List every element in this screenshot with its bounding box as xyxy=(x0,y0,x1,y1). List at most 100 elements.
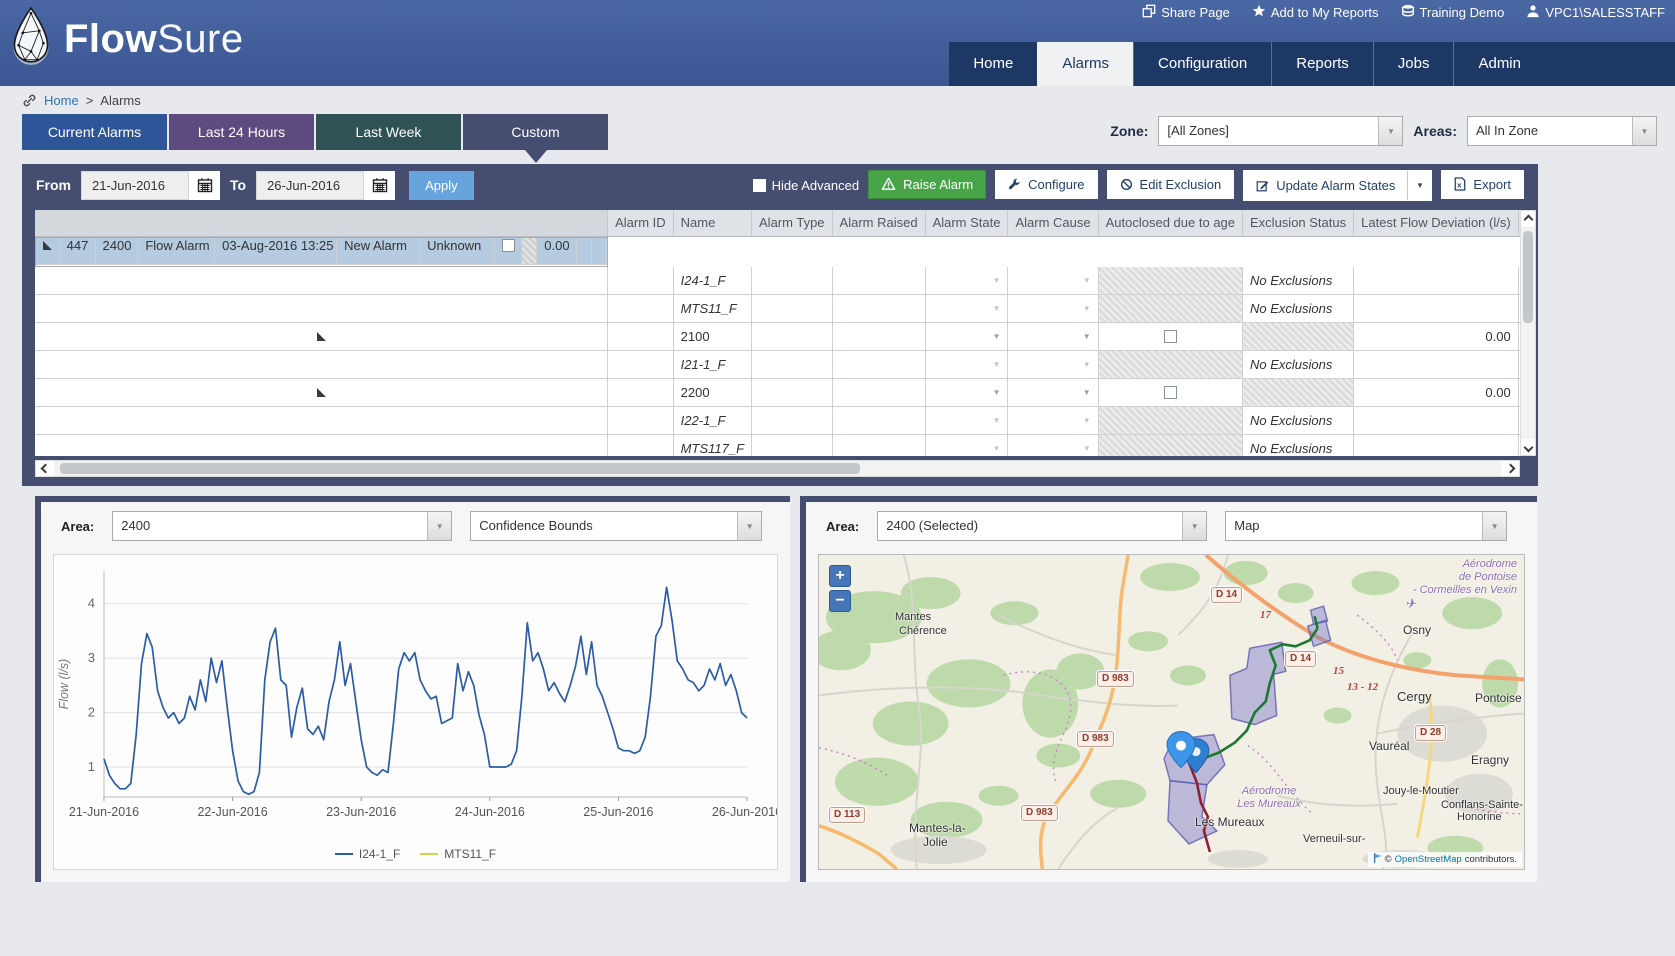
from-date-field[interactable]: 21-Jun-2016 xyxy=(81,171,220,200)
chevron-down-icon[interactable]: ▼ xyxy=(1083,379,1091,406)
header-link-add-reports[interactable]: Add to My Reports xyxy=(1252,4,1379,21)
breadcrumb-home-link[interactable]: Home xyxy=(44,93,79,108)
scroll-left-button[interactable] xyxy=(36,461,54,476)
cell-alarm-state[interactable]: ▼ xyxy=(925,434,1008,456)
cell-alarm-cause[interactable]: ▼ xyxy=(1008,267,1098,295)
range-tab-last-week[interactable]: Last Week xyxy=(316,114,461,150)
cell-alarm-state[interactable]: ▼ xyxy=(925,406,1008,434)
range-tab-last-24-hours[interactable]: Last 24 Hours xyxy=(169,114,314,150)
chart-view-select[interactable]: Confidence Bounds ▼ xyxy=(470,511,762,541)
chevron-down-icon[interactable]: ▼ xyxy=(404,253,412,265)
scroll-up-button[interactable] xyxy=(1521,211,1535,227)
column-header[interactable]: Autoclosed due to age xyxy=(1098,210,1242,236)
chevron-down-icon[interactable]: ▼ xyxy=(1083,295,1091,322)
range-tab-current-alarms[interactable]: Current Alarms xyxy=(22,114,167,150)
chevron-down-icon[interactable]: ▼ xyxy=(993,351,1001,378)
chevron-down-icon[interactable]: ▼ xyxy=(1632,117,1656,145)
nav-tab-configuration[interactable]: Configuration xyxy=(1133,42,1271,86)
toolbar-button-edit-exclusion[interactable]: Edit Exclusion xyxy=(1107,170,1235,199)
checkbox[interactable] xyxy=(1164,330,1177,343)
legend-item-MTS11_F[interactable]: MTS11_F xyxy=(420,847,496,861)
cell-alarm-cause[interactable]: ▼ xyxy=(1008,294,1098,322)
zone-select[interactable]: [All Zones] ▼ xyxy=(1158,116,1403,146)
cell-alarm-state[interactable]: ▼ xyxy=(925,378,1008,406)
chevron-down-icon[interactable]: ▼ xyxy=(1482,512,1506,540)
column-header[interactable] xyxy=(35,210,608,236)
chevron-down-icon[interactable]: ▼ xyxy=(1083,351,1091,378)
chart-area-select[interactable]: 2400 ▼ xyxy=(112,511,452,541)
toolbar-button-update-alarm-states-dropdown[interactable]: ▼ xyxy=(1407,171,1431,200)
scrollbar-thumb[interactable] xyxy=(1523,231,1533,323)
scrollbar-thumb[interactable] xyxy=(60,463,860,474)
row-expander[interactable] xyxy=(36,238,60,265)
grid-horizontal-scrollbar[interactable] xyxy=(35,460,1520,477)
chevron-down-icon[interactable]: ▼ xyxy=(993,379,1001,406)
toolbar-button-raise-alarm[interactable]: Raise Alarm xyxy=(868,170,986,199)
cell-alarm-state[interactable]: ▼ xyxy=(925,350,1008,378)
header-link-environment[interactable]: Training Demo xyxy=(1401,4,1505,21)
hide-advanced-checkbox[interactable]: Hide Advanced xyxy=(753,178,859,193)
row-expander[interactable] xyxy=(35,350,608,378)
cell-alarm-state[interactable]: ▼ xyxy=(925,267,1008,295)
nav-tab-admin[interactable]: Admin xyxy=(1453,42,1545,86)
alarm-row-MTS11_F[interactable]: MTS11_F▼▼No Exclusions xyxy=(35,294,1520,322)
scroll-down-button[interactable] xyxy=(1521,439,1535,455)
chevron-down-icon[interactable]: ▼ xyxy=(1083,435,1091,457)
checkbox[interactable] xyxy=(1164,386,1177,399)
cell-autoclosed[interactable] xyxy=(495,238,523,265)
nav-tab-alarms[interactable]: Alarms xyxy=(1037,42,1133,86)
column-header[interactable]: Alarm Cause xyxy=(1008,210,1098,236)
chevron-down-icon[interactable]: ▼ xyxy=(479,253,487,265)
cell-alarm-cause[interactable]: ▼ xyxy=(1008,378,1098,406)
column-header[interactable]: Alarm Raised xyxy=(832,210,925,236)
chevron-down-icon[interactable]: ▼ xyxy=(993,295,1001,322)
column-header[interactable]: Name xyxy=(673,210,751,236)
cell-alarm-cause[interactable]: ▼ xyxy=(1008,322,1098,350)
toolbar-button-update-alarm-states[interactable]: Update Alarm States xyxy=(1244,171,1407,200)
expand-triangle-icon[interactable] xyxy=(43,241,52,250)
expand-triangle-icon[interactable] xyxy=(317,332,326,341)
chevron-down-icon[interactable]: ▼ xyxy=(993,267,1001,294)
nav-tab-reports[interactable]: Reports xyxy=(1271,42,1373,86)
chevron-down-icon[interactable]: ▼ xyxy=(1083,267,1091,294)
chevron-down-icon[interactable]: ▼ xyxy=(737,512,761,540)
cell-autoclosed[interactable] xyxy=(1098,322,1242,350)
scroll-right-button[interactable] xyxy=(1501,461,1519,476)
calendar-icon[interactable] xyxy=(364,171,395,200)
range-tab-custom[interactable]: Custom xyxy=(463,114,608,150)
cell-alarm-cause[interactable]: ▼ xyxy=(1008,406,1098,434)
chevron-down-icon[interactable]: ▼ xyxy=(993,435,1001,457)
column-header[interactable]: Alarm ID xyxy=(608,210,674,236)
row-expander[interactable] xyxy=(35,434,608,456)
cell-alarm-cause[interactable]: ▼ xyxy=(1008,350,1098,378)
toolbar-button-export[interactable]: xExport xyxy=(1441,170,1524,199)
checkbox[interactable] xyxy=(753,179,766,192)
column-header[interactable]: Latest Flow Deviation (l/s) xyxy=(1354,210,1519,236)
to-date-field[interactable]: 26-Jun-2016 xyxy=(256,171,395,200)
alarm-row-2200[interactable]: 2200▼▼0.00 xyxy=(35,378,1520,406)
alarm-row-MTS117_F[interactable]: MTS117_F▼▼No Exclusions xyxy=(35,434,1520,456)
checkbox[interactable] xyxy=(502,239,515,252)
row-expander[interactable] xyxy=(35,267,608,295)
row-expander[interactable] xyxy=(35,294,608,322)
openstreetmap-view[interactable]: D 14D 14D 983D 983D 983D 28D 113171513 -… xyxy=(818,554,1525,870)
header-link-share[interactable]: Share Page xyxy=(1142,4,1230,21)
column-header[interactable]: Alarm State xyxy=(925,210,1008,236)
map-view-select[interactable]: Map ▼ xyxy=(1225,511,1507,541)
grid-vertical-scrollbar[interactable] xyxy=(1520,210,1536,456)
cell-alarm-state[interactable]: New Alarm▼ xyxy=(337,238,420,265)
nav-tab-home[interactable]: Home xyxy=(949,42,1037,86)
cell-alarm-state[interactable]: ▼ xyxy=(925,294,1008,322)
cell-alarm-cause[interactable]: Unknown▼ xyxy=(420,238,495,265)
alarm-row-I22-1_F[interactable]: I22-1_F▼▼No Exclusions xyxy=(35,406,1520,434)
alarm-row-I24-1_F[interactable]: I24-1_F▼▼No Exclusions xyxy=(35,267,1520,295)
calendar-icon[interactable] xyxy=(189,171,220,200)
chevron-down-icon[interactable]: ▼ xyxy=(427,512,451,540)
alarm-row-2400[interactable]: 4472400Flow Alarm03-Aug-2016 13:25New Al… xyxy=(35,237,608,267)
nav-tab-jobs[interactable]: Jobs xyxy=(1373,42,1454,86)
map-area-select[interactable]: 2400 (Selected) ▼ xyxy=(877,511,1207,541)
header-link-user[interactable]: VPC1\SALESSTAFF xyxy=(1526,4,1665,21)
cell-autoclosed[interactable] xyxy=(1098,378,1242,406)
row-expander[interactable] xyxy=(35,406,608,434)
zoom-out-button[interactable]: − xyxy=(829,590,851,612)
